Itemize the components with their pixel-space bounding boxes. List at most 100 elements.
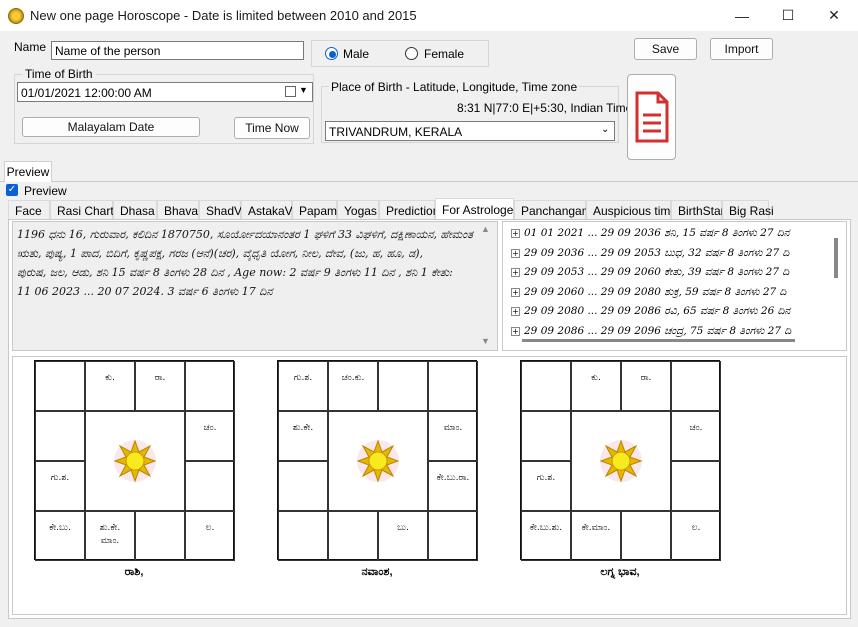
chart-house-cell: ಕು. xyxy=(85,361,135,411)
chart-house-cell xyxy=(328,511,378,561)
tab-prediction[interactable]: Prediction xyxy=(379,200,439,220)
calendar-icon[interactable] xyxy=(285,86,296,97)
tree-node-label: 29 09 2036 ... 29 09 2053 ಬುಧ, 32 ವರ್ಷ 8… xyxy=(524,246,790,259)
save-button[interactable]: Save xyxy=(634,38,697,60)
tree-node-label: 01 01 2021 ... 29 09 2036 ಶನಿ, 15 ವರ್ಷ 8… xyxy=(524,227,790,239)
planet-label: ಗು.ಶ. xyxy=(50,473,70,483)
tree-node-label: 29 09 2053 ... 29 09 2060 ಕೇತು, 39 ವರ್ಷ … xyxy=(524,266,790,279)
document-icon xyxy=(635,91,668,143)
horoscope-chart: ಗು.ಶ. ಚಂ.ಕು. ಶು.ಕೇ. ಮಾಂ. ಕೇ.ಬು.ರಾ. ಬು. xyxy=(277,360,478,561)
chart-house-cell: ರಾ. xyxy=(621,361,671,411)
close-button[interactable]: ✕ xyxy=(811,0,857,31)
tab-papam[interactable]: Papam xyxy=(292,200,337,220)
planet-label: ಗು.ಶ. xyxy=(536,473,556,483)
chart-house-cell: ಶು.ಕೇ. ಮಾಂ. xyxy=(85,511,135,561)
time-of-birth-label: Time of Birth xyxy=(22,67,96,81)
expand-plus-icon[interactable]: + xyxy=(511,307,520,317)
name-input[interactable]: Name of the person xyxy=(51,41,304,60)
tab-panchangam[interactable]: Panchangam xyxy=(514,200,592,220)
chart-house-cell: ಕೇ.ಬು.ಶು. xyxy=(521,511,571,561)
malayalam-date-button[interactable]: Malayalam Date xyxy=(22,117,200,137)
minimize-button[interactable]: — xyxy=(719,0,765,31)
place-value: TRIVANDRUM, KERALA xyxy=(329,125,463,139)
window-title: New one page Horoscope - Date is limited… xyxy=(30,8,417,23)
planet-label: ಚಂ.ಕು. xyxy=(341,373,365,383)
dasha-tree[interactable]: +01 01 2021 ... 29 09 2036 ಶನಿ, 15 ವರ್ಷ … xyxy=(502,221,847,351)
planet-label: ಲ. xyxy=(205,523,215,533)
tab-astakav[interactable]: AstakaV xyxy=(241,200,293,220)
female-radio[interactable] xyxy=(405,47,418,60)
place-select[interactable]: TRIVANDRUM, KERALA xyxy=(325,121,615,141)
tab-auspicious-time[interactable]: Auspicious time xyxy=(586,200,677,220)
expand-plus-icon[interactable]: + xyxy=(511,268,520,278)
scroll-up-icon[interactable]: ▲ xyxy=(481,224,490,234)
horizontal-scrollbar[interactable] xyxy=(522,339,795,342)
tree-node[interactable]: +29 09 2080 ... 29 09 2086 ರವಿ, 65 ವರ್ಷ … xyxy=(511,302,846,322)
planet-label: ಶು.ಕೇ. xyxy=(292,423,314,433)
chart-house-cell: ಗು.ಶ. xyxy=(521,461,571,511)
tree-node-label: 29 09 2080 ... 29 09 2086 ರವಿ, 65 ವರ್ಷ 8… xyxy=(524,305,791,318)
planet-label: ಕು. xyxy=(105,373,115,383)
chart-house-cell: ಕೇ.ಮಾಂ. xyxy=(571,511,621,561)
tab-for-astrologer[interactable]: For Astrologer xyxy=(435,198,517,220)
tab-birthstar[interactable]: BirthStar xyxy=(671,200,725,220)
expand-plus-icon[interactable]: + xyxy=(511,229,520,238)
chart-house-cell xyxy=(278,461,328,511)
tree-node[interactable]: +29 09 2060 ... 29 09 2080 ಶುಕ್ರ, 59 ವರ್… xyxy=(511,283,846,303)
chart-house-cell: ಲ. xyxy=(671,511,721,561)
vertical-scrollbar[interactable] xyxy=(834,238,838,278)
tab-big-rasi[interactable]: Big Rasi xyxy=(722,200,774,220)
chart-house-cell: ಕೇ.ಬು. xyxy=(35,511,85,561)
sun-icon xyxy=(113,439,157,483)
preview-checkbox[interactable]: ✓ xyxy=(6,184,18,196)
tree-node-label: 29 09 2086 ... 29 09 2096 ಚಂದ್ರ, 75 ವರ್ಷ… xyxy=(524,324,792,337)
datetime-picker[interactable]: 01/01/2021 12:00:00 AM xyxy=(17,82,313,102)
planet-label: ಕು. xyxy=(591,373,601,383)
maximize-button[interactable]: ☐ xyxy=(765,0,811,31)
chart-house-cell: ಚಂ. xyxy=(185,411,235,461)
chart-house-cell xyxy=(621,511,671,561)
place-chevron-icon[interactable]: ⌄ xyxy=(601,124,609,135)
scroll-down-icon[interactable]: ▼ xyxy=(481,336,490,346)
chart-house-cell: ಚಂ.ಕು. xyxy=(328,361,378,411)
tree-node[interactable]: +29 09 2053 ... 29 09 2060 ಕೇತು, 39 ವರ್ಷ… xyxy=(511,263,846,283)
tab-shadv[interactable]: ShadV xyxy=(199,200,242,220)
chart-house-cell xyxy=(428,361,478,411)
chart-house-cell: ರಾ. xyxy=(135,361,185,411)
chart-house-cell: ಶು.ಕೇ. xyxy=(278,411,328,461)
astro-line-3: ಪುರುಷ, ಜಲ, ಆಡು, ಶನಿ 15 ವರ್ಷ 8 ತಿಂಗಳು 28 … xyxy=(17,266,453,279)
tab-bhava[interactable]: Bhava xyxy=(157,200,199,220)
expand-plus-icon[interactable]: + xyxy=(511,326,520,336)
pdf-export-button[interactable] xyxy=(627,74,676,160)
chart-house-cell: ಗು.ಶ. xyxy=(35,461,85,511)
chart-house-cell xyxy=(135,511,185,561)
tab-rasi-charts[interactable]: Rasi Charts xyxy=(50,200,120,220)
planet-label: ಮಾಂ. xyxy=(443,423,463,433)
name-label: Name xyxy=(14,40,47,54)
chart-house-cell xyxy=(521,361,571,411)
expand-plus-icon[interactable]: + xyxy=(511,248,520,258)
planet-label: ಚಂ. xyxy=(203,423,217,433)
astrologer-textarea[interactable]: 1196 ಧನು 16, ಗುರುವಾರ, ಕಲಿದಿನ 1870750, ಸೂ… xyxy=(12,221,498,351)
chart-house-cell: ಲ. xyxy=(185,511,235,561)
astro-line-1: 1196 ಧನು 16, ಗುರುವಾರ, ಕಲಿದಿನ 1870750, ಸೂ… xyxy=(17,228,473,241)
tree-node[interactable]: +29 09 2036 ... 29 09 2053 ಬುಧ, 32 ವರ್ಷ … xyxy=(511,244,846,264)
tree-node[interactable]: +01 01 2021 ... 29 09 2036 ಶನಿ, 15 ವರ್ಷ … xyxy=(511,224,846,244)
planet-label: ಚಂ. xyxy=(689,423,703,433)
astro-line-4: 11 06 2023 ... 20 07 2024. 3 ವರ್ಷ 6 ತಿಂಗ… xyxy=(17,285,273,298)
tab-face[interactable]: Face xyxy=(8,200,50,220)
male-radio[interactable] xyxy=(325,47,338,60)
time-now-button[interactable]: Time Now xyxy=(234,117,310,139)
chart-house-cell xyxy=(35,361,85,411)
chevron-down-icon[interactable]: ▼ xyxy=(299,85,308,95)
expand-plus-icon[interactable]: + xyxy=(511,287,520,297)
tab-yogas[interactable]: Yogas xyxy=(337,200,379,220)
chart-center xyxy=(571,411,671,511)
tab-preview[interactable]: Preview xyxy=(4,161,52,182)
horoscope-chart: ಕು. ರಾ. ಚಂ. ಗು.ಶ. ಕೇ.ಬು. ಶು.ಕೇ. ಮಾಂ. ಲ. xyxy=(34,360,235,561)
female-label: Female xyxy=(424,47,465,61)
tab-dhasa[interactable]: Dhasa xyxy=(113,200,157,220)
chart-house-cell xyxy=(671,461,721,511)
planet-label: ಗು.ಶ. xyxy=(293,373,313,383)
import-button[interactable]: Import xyxy=(710,38,773,60)
